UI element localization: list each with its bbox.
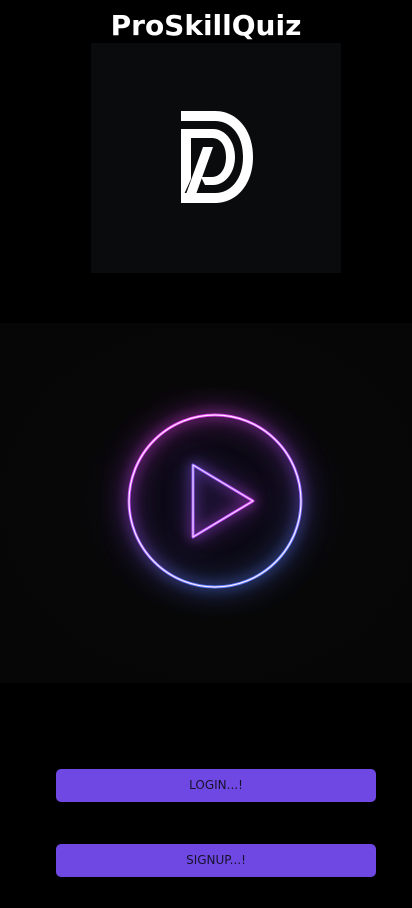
hero-play-panel [0, 323, 412, 683]
login-button[interactable]: LOGIN...! [56, 769, 376, 802]
signup-button[interactable]: SIGNUP...! [56, 844, 376, 877]
logo-container [91, 43, 341, 273]
splash-screen: ProSkillQuiz LOGIN...! SIGNUP...! [0, 0, 412, 908]
app-title: ProSkillQuiz [110, 9, 302, 42]
d-brand-logo-icon [181, 111, 253, 203]
neon-play-icon[interactable] [101, 388, 331, 618]
